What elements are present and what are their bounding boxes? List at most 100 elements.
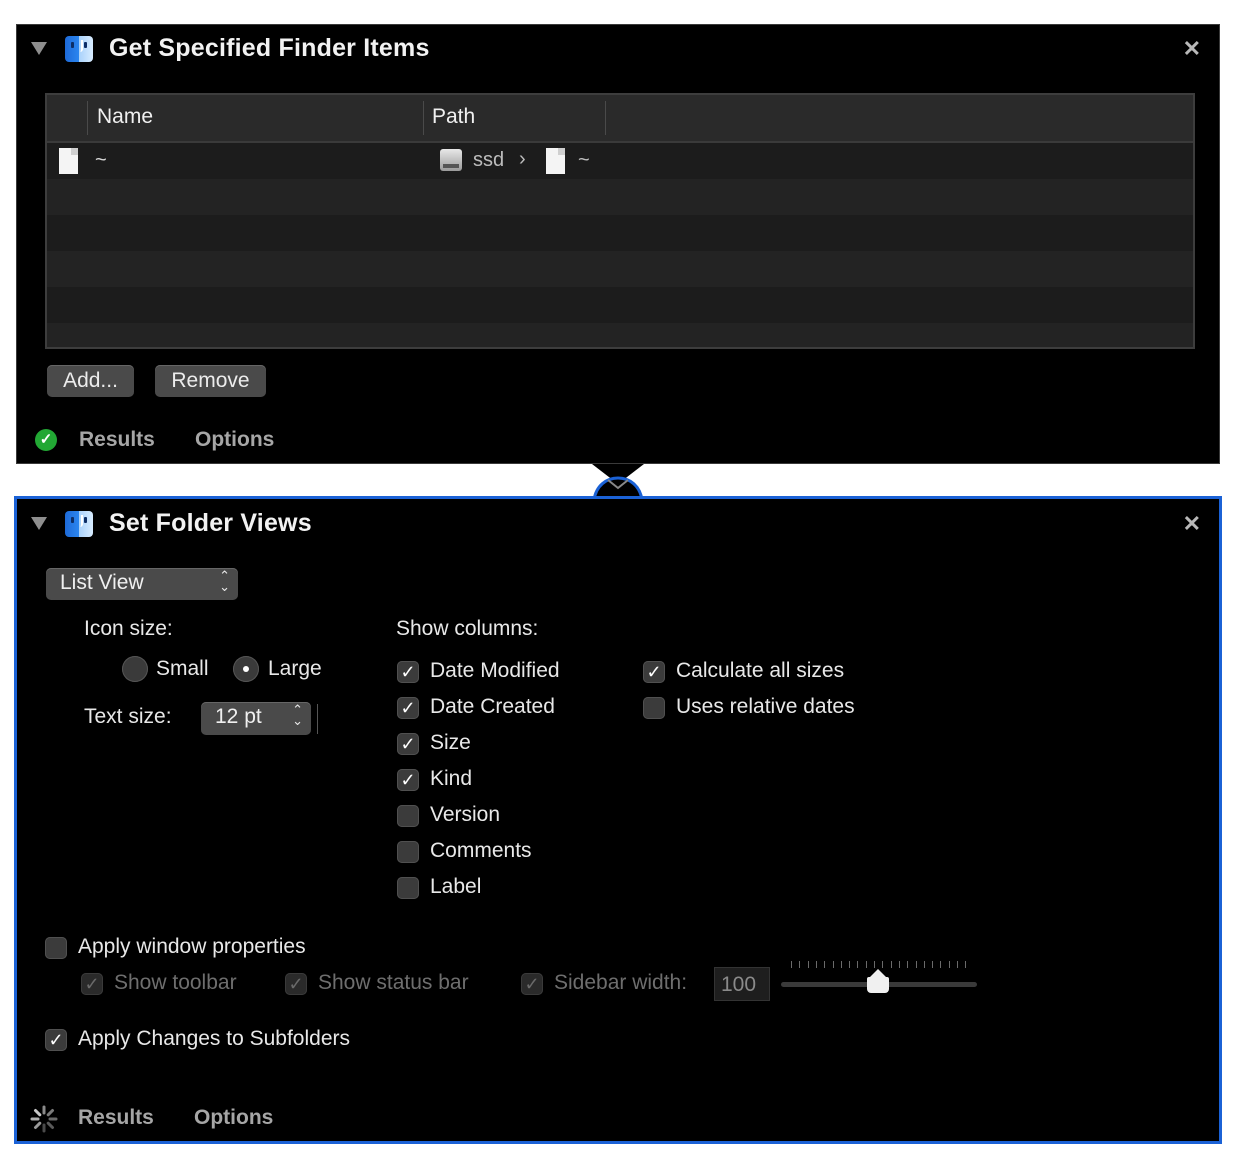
action-connector-icon: [592, 464, 644, 500]
add-button[interactable]: Add...: [47, 365, 134, 397]
apply-window-properties-label: Apply window properties: [78, 935, 306, 958]
kind-label: Kind: [430, 767, 473, 790]
finder-icon: [65, 511, 93, 537]
text-size-value: 12 pt: [215, 705, 262, 728]
document-icon: [59, 148, 78, 174]
disclosure-triangle-icon[interactable]: [31, 517, 47, 530]
table-row-empty: [47, 323, 1193, 347]
results-tab[interactable]: Results: [78, 1106, 154, 1130]
column-header-path[interactable]: Path: [432, 105, 475, 129]
stepper-arrows-icon: ⌃ ⌄: [292, 702, 303, 728]
icon-size-small-label: Small: [156, 657, 209, 680]
table-row-empty: [47, 179, 1193, 215]
options-tab[interactable]: Options: [195, 428, 274, 452]
size-label: Size: [430, 731, 471, 754]
sidebar-width-label: Sidebar width:: [554, 971, 688, 994]
view-type-value: List View: [60, 571, 144, 594]
close-icon[interactable]: ✕: [1183, 36, 1201, 62]
divider: [317, 704, 318, 734]
uses-relative-dates-checkbox[interactable]: [643, 697, 665, 719]
slider-tick: [915, 961, 917, 968]
apply-window-properties-checkbox[interactable]: [45, 937, 67, 959]
version-label: Version: [430, 803, 501, 826]
slider-tick: [890, 961, 892, 968]
text-size-label: Text size:: [84, 705, 172, 728]
slider-tick: [923, 961, 925, 968]
slider-tick: [865, 961, 867, 968]
date-modified-label: Date Modified: [430, 659, 560, 682]
show-status-bar-checkbox[interactable]: ✓: [285, 973, 307, 995]
slider-tick: [791, 961, 792, 968]
label-checkbox[interactable]: [397, 877, 419, 899]
slider-tick: [898, 961, 900, 968]
action-get-specified-finder-items: Get Specified Finder Items ✕ Name Path ~…: [16, 24, 1220, 464]
text-size-select[interactable]: 12 pt ⌃ ⌄: [201, 702, 311, 735]
slider-tick: [815, 961, 817, 968]
slider-tick: [882, 961, 884, 968]
action-set-folder-views: Set Folder Views ✕ List View ⌃ ⌄ Icon siz…: [14, 496, 1222, 1144]
column-header-name[interactable]: Name: [97, 105, 153, 129]
date-created-checkbox[interactable]: ✓: [397, 697, 419, 719]
table-row-empty: [47, 251, 1193, 287]
slider-tick: [832, 961, 834, 968]
slider-tick: [932, 961, 934, 968]
row-name: ~: [95, 149, 107, 171]
slider-tick: [840, 961, 842, 968]
uses-relative-dates-label: Uses relative dates: [676, 695, 855, 718]
icon-size-label: Icon size:: [84, 617, 173, 640]
path-item: ~: [578, 149, 590, 171]
slider-tick: [948, 961, 950, 968]
slider-tick: [965, 961, 967, 968]
show-toolbar-checkbox[interactable]: ✓: [81, 973, 103, 995]
comments-label: Comments: [430, 839, 532, 862]
view-type-select[interactable]: List View ⌃ ⌄: [46, 568, 238, 600]
success-checkmark-icon: ✓: [35, 429, 57, 451]
table-header: Name Path: [47, 95, 1193, 143]
date-modified-checkbox[interactable]: ✓: [397, 661, 419, 683]
path-disk: ssd: [473, 149, 505, 171]
action-title: Set Folder Views: [109, 509, 312, 537]
stepper-arrows-icon: ⌃ ⌄: [219, 568, 230, 594]
calculate-all-sizes-label: Calculate all sizes: [676, 659, 845, 682]
icon-size-large-label: Large: [268, 657, 322, 680]
sidebar-width-field[interactable]: 100: [714, 967, 770, 1001]
icon-size-large-radio[interactable]: [233, 656, 259, 682]
slider-tick: [799, 961, 801, 968]
version-checkbox[interactable]: [397, 805, 419, 827]
remove-button[interactable]: Remove: [155, 365, 266, 397]
slider-tick: [824, 961, 826, 968]
show-toolbar-label: Show toolbar: [114, 971, 237, 994]
slider-tick: [940, 961, 942, 968]
size-checkbox[interactable]: ✓: [397, 733, 419, 755]
slider-tick: [807, 961, 809, 968]
date-created-label: Date Created: [430, 695, 555, 718]
disclosure-triangle-icon[interactable]: [31, 42, 47, 55]
results-tab[interactable]: Results: [79, 428, 155, 452]
sidebar-width-slider[interactable]: [781, 961, 977, 993]
action-title: Get Specified Finder Items: [109, 34, 430, 62]
kind-checkbox[interactable]: ✓: [397, 769, 419, 791]
label-column-label: Label: [430, 875, 482, 898]
slider-tick: [907, 961, 909, 968]
finder-icon: [65, 36, 93, 62]
disk-icon: [440, 149, 462, 171]
show-status-bar-label: Show status bar: [318, 971, 469, 994]
icon-size-small-radio[interactable]: [122, 656, 148, 682]
comments-checkbox[interactable]: [397, 841, 419, 863]
options-tab[interactable]: Options: [194, 1106, 273, 1130]
slider-tick: [874, 961, 875, 968]
apply-subfolders-label: Apply Changes to Subfolders: [78, 1027, 351, 1050]
close-icon[interactable]: ✕: [1183, 511, 1201, 537]
slider-knob[interactable]: [867, 969, 889, 993]
slider-tick: [849, 961, 851, 968]
table-row[interactable]: ~ ssd › ~: [47, 143, 1193, 179]
slider-tick: [957, 961, 958, 968]
sidebar-width-checkbox[interactable]: ✓: [521, 973, 543, 995]
document-icon: [546, 148, 565, 174]
finder-items-table[interactable]: Name Path ~ ssd › ~: [45, 93, 1195, 349]
table-row-empty: [47, 215, 1193, 251]
path-separator: ›: [519, 148, 526, 170]
apply-subfolders-checkbox[interactable]: ✓: [45, 1029, 67, 1051]
calculate-all-sizes-checkbox[interactable]: ✓: [643, 661, 665, 683]
table-row-empty: [47, 287, 1193, 323]
